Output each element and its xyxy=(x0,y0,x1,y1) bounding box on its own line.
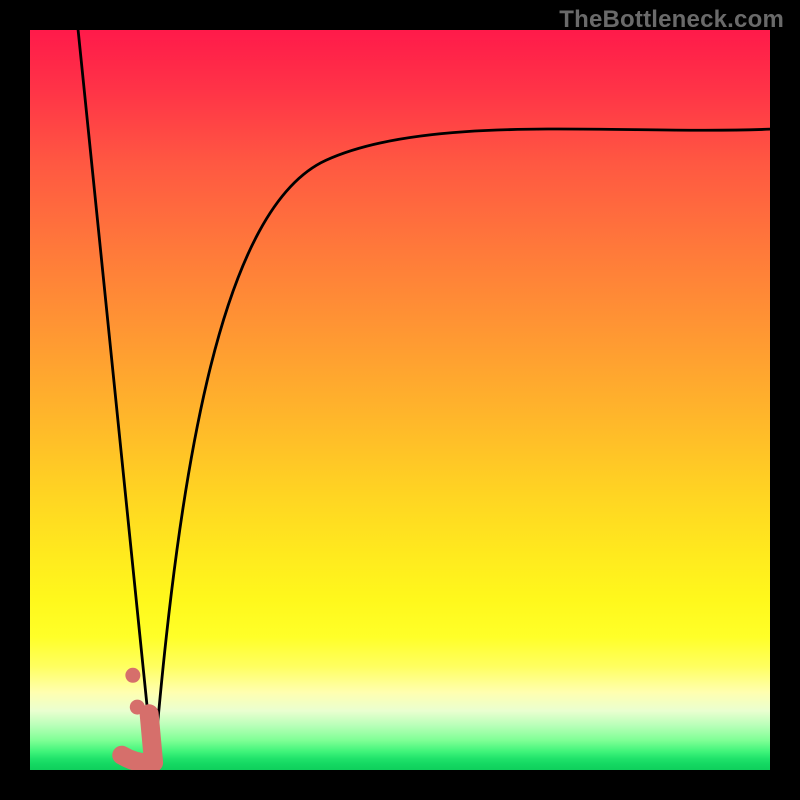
data-point-upper xyxy=(125,668,140,683)
optimum-marker-hook xyxy=(122,714,154,763)
bottleneck-curve-left xyxy=(78,30,153,770)
bottleneck-curve-right xyxy=(154,129,770,770)
chart-frame: TheBottleneck.com xyxy=(0,0,800,800)
chart-svg xyxy=(30,30,770,770)
plot-area xyxy=(30,30,770,770)
